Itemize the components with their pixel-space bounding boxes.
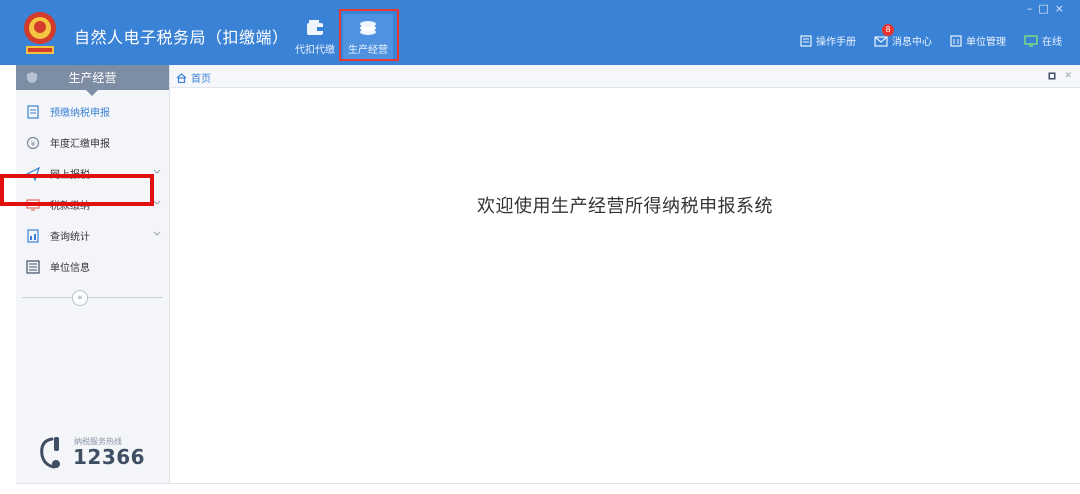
envelope-icon bbox=[874, 35, 888, 47]
sidebar-header: 生产经营 bbox=[16, 65, 169, 96]
messages-label: 消息中心 bbox=[892, 37, 932, 48]
divider bbox=[22, 297, 163, 298]
app-title: 自然人电子税务局（扣缴端） bbox=[74, 28, 289, 47]
wallet-icon bbox=[307, 20, 323, 35]
online-monitor-icon bbox=[1024, 34, 1038, 47]
sidebar-item-label: 单位信息 bbox=[50, 263, 90, 274]
breadcrumb-bar: 首页 ✕ bbox=[170, 65, 1080, 88]
svg-text:¥: ¥ bbox=[31, 140, 36, 148]
chevron-down-icon bbox=[153, 169, 161, 174]
sidebar-item-unit-info[interactable]: 单位信息 bbox=[16, 251, 169, 282]
sidebar-collapse-row: « bbox=[16, 288, 169, 308]
manual-icon bbox=[800, 34, 812, 47]
sidebar-menu: 预缴纳税申报 ¥ 年度汇缴申报 网上报税 税款缴纳 查询统计 单位信息 bbox=[16, 96, 169, 282]
sidebar-item-query-statistics[interactable]: 查询统计 bbox=[16, 220, 169, 251]
monitor-icon bbox=[26, 198, 40, 211]
building-icon bbox=[950, 34, 962, 47]
tax-bureau-emblem-icon bbox=[20, 8, 60, 58]
send-icon bbox=[26, 166, 40, 181]
breadcrumb-home: 首页 bbox=[191, 74, 211, 85]
nav-tab-withholding[interactable]: 代扣代缴 bbox=[290, 14, 340, 60]
message-center-link[interactable]: 8 消息中心 bbox=[874, 24, 932, 48]
hotline-number: 12366 bbox=[73, 445, 146, 469]
window-controls[interactable]: –□× bbox=[1027, 2, 1070, 15]
app-window: 自然人电子税务局（扣缴端） 代扣代缴 生产经营 –□× 操作手册 8 消息中心 … bbox=[0, 0, 1080, 494]
message-badge: 8 bbox=[882, 24, 894, 36]
bottom-divider bbox=[16, 483, 1080, 484]
sidebar-item-label: 年度汇缴申报 bbox=[50, 139, 110, 150]
welcome-message: 欢迎使用生产经营所得纳税申报系统 bbox=[477, 196, 773, 217]
restore-tab-icon[interactable] bbox=[1048, 72, 1056, 80]
shield-icon bbox=[27, 72, 37, 83]
unit-management-label: 单位管理 bbox=[966, 37, 1006, 48]
breadcrumb[interactable]: 首页 bbox=[176, 70, 211, 85]
nav-tab-production[interactable]: 生产经营 bbox=[343, 14, 393, 60]
sidebar-item-label: 查询统计 bbox=[50, 232, 90, 243]
online-label: 在线 bbox=[1042, 37, 1062, 48]
sidebar-item-prepayment-declaration[interactable]: 预缴纳税申报 bbox=[16, 96, 169, 127]
document-icon bbox=[27, 104, 39, 119]
sidebar-item-annual-declaration[interactable]: ¥ 年度汇缴申报 bbox=[16, 127, 169, 158]
phone-headset-icon bbox=[40, 437, 60, 469]
top-header: 自然人电子税务局（扣缴端） 代扣代缴 生产经营 –□× 操作手册 8 消息中心 … bbox=[0, 0, 1080, 65]
nav-tab-label: 生产经营 bbox=[348, 45, 388, 56]
sidebar-item-label: 网上报税 bbox=[50, 170, 90, 181]
sidebar-item-online-filing[interactable]: 网上报税 bbox=[16, 158, 169, 189]
sidebar-title: 生产经营 bbox=[68, 71, 117, 85]
manual-link[interactable]: 操作手册 bbox=[800, 33, 856, 48]
sidebar-item-label: 预缴纳税申报 bbox=[50, 108, 110, 119]
close-tab-icon[interactable]: ✕ bbox=[1064, 71, 1072, 81]
sidebar-item-label: 税款缴纳 bbox=[50, 201, 90, 212]
chart-doc-icon bbox=[27, 228, 39, 243]
yen-circle-icon: ¥ bbox=[26, 136, 40, 149]
tab-controls: ✕ bbox=[1048, 71, 1072, 81]
list-icon bbox=[26, 259, 40, 274]
coins-icon bbox=[360, 21, 376, 35]
main-content: 欢迎使用生产经营所得纳税申报系统 bbox=[170, 88, 1080, 483]
unit-management-link[interactable]: 单位管理 bbox=[950, 33, 1006, 48]
manual-label: 操作手册 bbox=[816, 37, 856, 48]
hotline-block: 纳税服务热线 12366 bbox=[34, 433, 154, 473]
nav-tab-label: 代扣代缴 bbox=[295, 45, 335, 56]
header-actions: 操作手册 8 消息中心 单位管理 在线 bbox=[782, 24, 1062, 48]
sidebar-item-tax-payment[interactable]: 税款缴纳 bbox=[16, 189, 169, 220]
online-status[interactable]: 在线 bbox=[1024, 33, 1062, 48]
chevron-down-icon bbox=[153, 231, 161, 236]
collapse-sidebar-button[interactable]: « bbox=[72, 290, 88, 306]
chevron-down-icon bbox=[153, 200, 161, 205]
sidebar: 生产经营 预缴纳税申报 ¥ 年度汇缴申报 网上报税 税款缴纳 查询统计 单位信息… bbox=[16, 65, 170, 483]
home-icon bbox=[176, 72, 187, 83]
